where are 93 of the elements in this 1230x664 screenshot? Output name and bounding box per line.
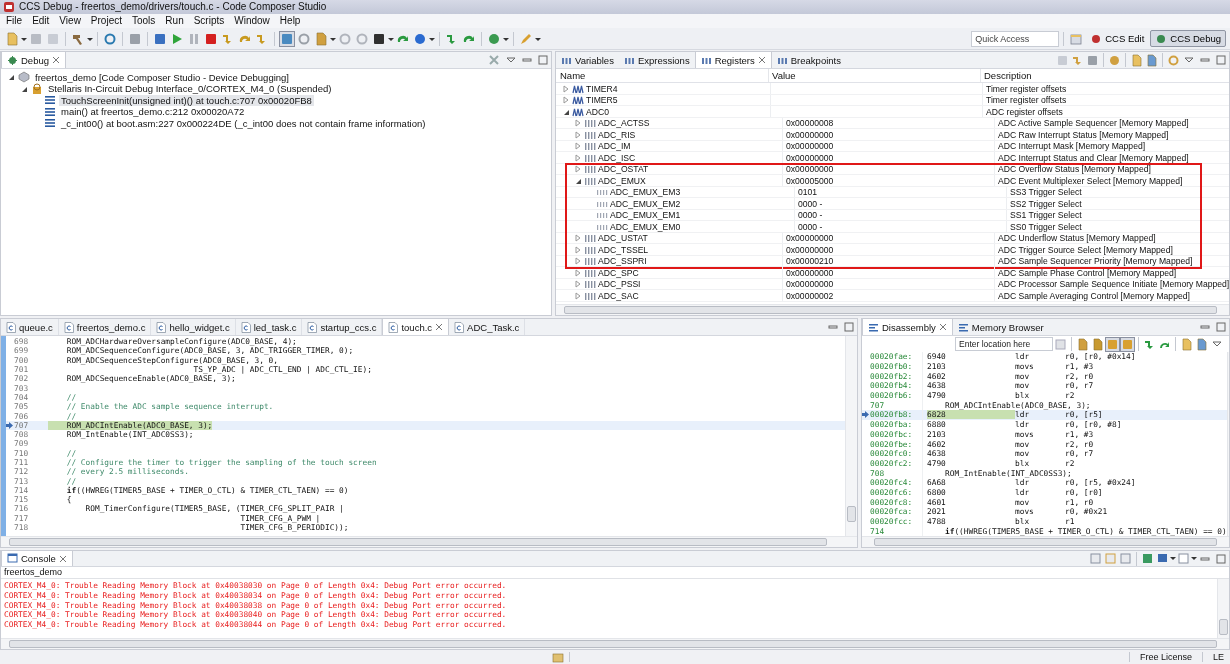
- location-field[interactable]: Enter location here: [955, 337, 1053, 351]
- debug-tree-item[interactable]: Stellaris In-Circuit Debug Interface_0/CORTEX_M4_0 (Suspended): [46, 83, 334, 95]
- register-name[interactable]: TIMER4: [586, 83, 618, 94]
- register-description: ADC Sample Sequencer Priority [Memory Mapped]: [998, 256, 1193, 267]
- menu-item[interactable]: Edit: [28, 15, 54, 27]
- register-description: ADC Trigger Source Select [Memory Mapped]: [998, 244, 1173, 255]
- register-description: ADC Sample Phase Control [Memory Mapped]: [998, 267, 1177, 278]
- register-description: ADC Overflow Status [Memory Mapped]: [998, 164, 1151, 175]
- register-name[interactable]: ADC0: [586, 106, 609, 117]
- view-tab[interactable]: Variables: [556, 52, 619, 69]
- register-name[interactable]: ADC_SAC: [598, 290, 639, 301]
- register-name[interactable]: ADC_ISC: [598, 152, 636, 163]
- menu-item[interactable]: Scripts: [189, 15, 229, 27]
- register-description: ADC Interrupt Mask [Memory Mapped]: [998, 141, 1146, 152]
- register-value[interactable]: 0x00000008: [786, 118, 834, 129]
- register-value[interactable]: 0101: [798, 187, 818, 198]
- register-value[interactable]: 0x00000000: [786, 233, 834, 244]
- editor-tab[interactable]: ADC_Task.c: [449, 319, 526, 335]
- window-title: CCS Debug - freertos_demo/drivers/touch.c - Code Composer Studio: [19, 1, 327, 13]
- register-description: ADC Sample Averaging Control [Memory Mapped]: [998, 290, 1190, 301]
- perspective-button[interactable]: CCS Debug: [1150, 30, 1226, 47]
- console-process-name: freertos_demo: [4, 567, 63, 577]
- menu-item[interactable]: File: [2, 15, 27, 27]
- register-value[interactable]: 0x00000000: [786, 152, 834, 163]
- editor-tab[interactable]: queue.c: [1, 319, 59, 335]
- register-value[interactable]: 0x00000000: [786, 164, 834, 175]
- register-name[interactable]: ADC_RIS: [598, 129, 636, 140]
- register-value[interactable]: 0x00000000: [786, 129, 834, 140]
- register-value[interactable]: 0000 -: [798, 221, 823, 232]
- register-description: Timer register offsets: [986, 95, 1067, 106]
- menu-item[interactable]: Run: [161, 15, 188, 27]
- editor-tab[interactable]: led_task.c: [235, 319, 303, 335]
- view-tab[interactable]: Disassembly: [862, 319, 953, 335]
- register-name[interactable]: ADC_ACTSS: [598, 118, 650, 129]
- register-name[interactable]: ADC_SSPRI: [598, 256, 647, 267]
- register-name[interactable]: ADC_EMUX_EM3: [610, 187, 681, 198]
- debug-tree-item[interactable]: _c_int00() at boot.asm:227 0x000224DE (_c_int00 does not contain frame information): [59, 117, 428, 129]
- register-name[interactable]: ADC_PSSI: [598, 279, 641, 290]
- menu-item[interactable]: Tools: [128, 15, 160, 27]
- view-tab[interactable]: Breakpoints: [771, 52, 846, 69]
- register-value[interactable]: 0x00000210: [786, 256, 834, 267]
- register-name[interactable]: ADC_OSTAT: [598, 164, 649, 175]
- register-value[interactable]: 0x00000000: [786, 244, 834, 255]
- menu-item[interactable]: View: [55, 15, 85, 27]
- register-description: ADC Event Multiplexer Select [Memory Mapped]: [998, 175, 1183, 186]
- debug-tree-item[interactable]: main() at freertos_demo.c:212 0x00020A72: [59, 106, 247, 118]
- view-tab[interactable]: Expressions: [618, 52, 695, 69]
- register-value[interactable]: 0x00000000: [786, 279, 834, 290]
- quick-access-field[interactable]: Quick Access: [971, 30, 1060, 47]
- column-header[interactable]: Description: [981, 69, 1229, 83]
- editor-tab[interactable]: hello_widget.c: [151, 319, 236, 335]
- menu-item[interactable]: Window: [230, 15, 274, 27]
- view-tab[interactable]: Registers: [694, 52, 772, 69]
- register-name[interactable]: ADC_IM: [598, 141, 631, 152]
- register-description: SS3 Trigger Select: [1010, 187, 1082, 198]
- register-name[interactable]: ADC_EMUX: [598, 175, 646, 186]
- view-tab[interactable]: Memory Browser: [952, 319, 1049, 335]
- register-description: SS0 Trigger Select: [1010, 221, 1082, 232]
- register-name[interactable]: ADC_EMUX_EM2: [610, 198, 681, 209]
- register-name[interactable]: ADC_USTAT: [598, 233, 648, 244]
- debug-tree-item[interactable]: TouchScreenInit(unsigned int)() at touch.c:707 0x00020FB8: [59, 94, 314, 106]
- status-text: LE: [1212, 652, 1225, 662]
- menu-item[interactable]: Project: [86, 15, 126, 27]
- register-description: ADC Processor Sample Sequence Initiate [Memory Mapped]: [998, 279, 1229, 290]
- register-description: SS1 Trigger Select: [1010, 210, 1082, 221]
- register-name[interactable]: TIMER5: [586, 95, 618, 106]
- register-description: ADC Underflow Status [Memory Mapped]: [998, 233, 1156, 244]
- register-value[interactable]: 0x00005000: [786, 175, 834, 186]
- register-description: Timer register offsets: [986, 83, 1067, 94]
- perspective-button[interactable]: CCS Edit: [1085, 30, 1150, 47]
- register-description: ADC Interrupt Status and Clear [Memory Mapped]: [998, 152, 1189, 163]
- column-header[interactable]: Name: [556, 69, 769, 83]
- editor-tab[interactable]: freertos_demo.c: [58, 319, 152, 335]
- column-header[interactable]: Value: [769, 69, 981, 83]
- register-value[interactable]: 0x00000002: [786, 290, 834, 301]
- debug-tree-item[interactable]: freertos_demo [Code Composer Studio - Device Debugging]: [33, 71, 291, 83]
- register-description: ADC register offsets: [986, 106, 1063, 117]
- register-name[interactable]: ADC_TSSEL: [598, 244, 649, 255]
- register-value[interactable]: 0000 -: [798, 210, 823, 221]
- register-description: ADC Active Sample Sequencer [Memory Mapped]: [998, 118, 1189, 129]
- register-description: ADC Raw Interrupt Status [Memory Mapped]: [998, 129, 1169, 140]
- menu-item[interactable]: Help: [275, 15, 305, 27]
- register-value[interactable]: 0x00000000: [786, 267, 834, 278]
- register-name[interactable]: ADC_EMUX_EM0: [610, 221, 681, 232]
- view-tab[interactable]: Console: [1, 551, 73, 566]
- register-description: SS2 Trigger Select: [1010, 198, 1082, 209]
- register-value[interactable]: 0x00000000: [786, 141, 834, 152]
- view-tab[interactable]: Debug: [1, 52, 66, 69]
- status-text: Free License: [1138, 652, 1193, 662]
- register-value[interactable]: 0000 -: [798, 198, 823, 209]
- editor-tab[interactable]: touch.c: [382, 319, 450, 335]
- register-name[interactable]: ADC_SPC: [598, 267, 639, 278]
- register-name[interactable]: ADC_EMUX_EM1: [610, 210, 681, 221]
